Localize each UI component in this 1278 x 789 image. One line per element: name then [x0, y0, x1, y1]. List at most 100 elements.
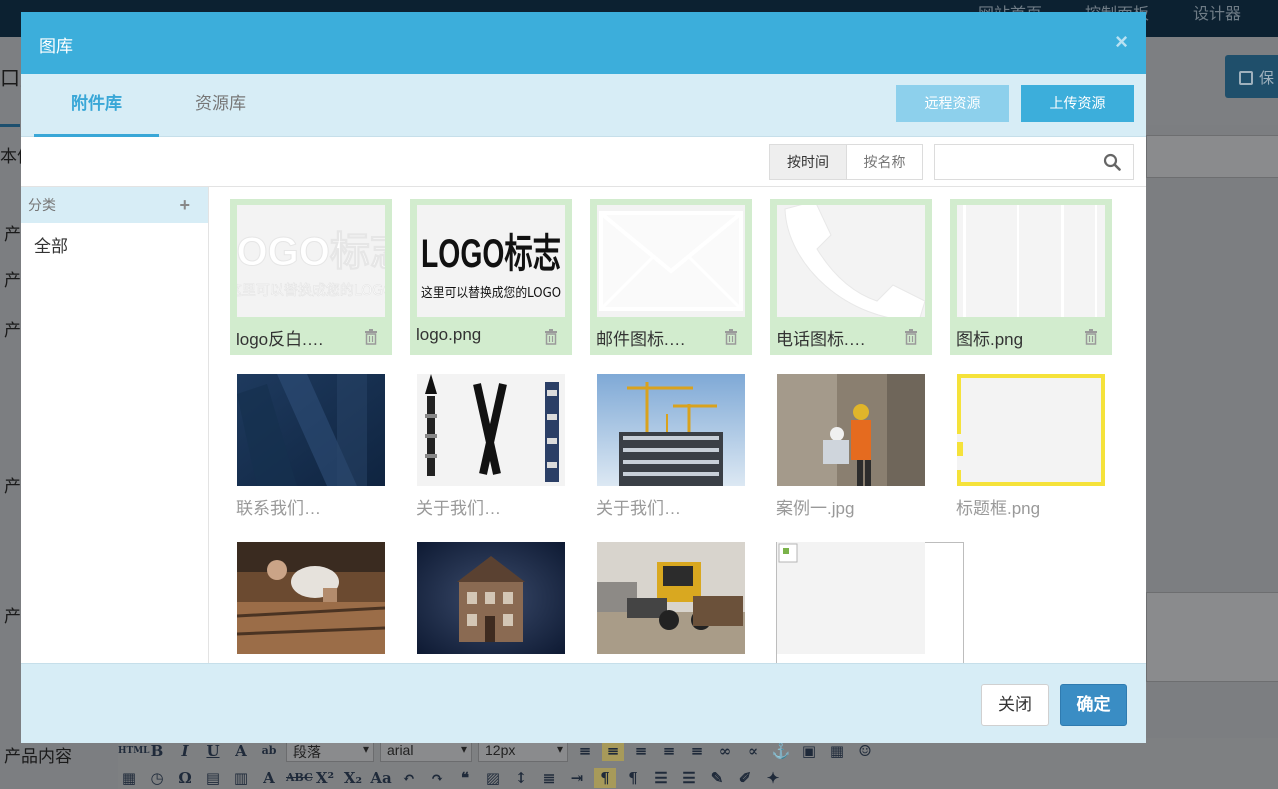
- link-icon[interactable]: ∞: [714, 741, 736, 761]
- emoji-icon[interactable]: ☺: [854, 741, 876, 761]
- tab-attachment-library[interactable]: 附件库: [34, 74, 159, 137]
- confirm-button[interactable]: 确定: [1060, 684, 1127, 726]
- trash-icon[interactable]: [904, 329, 918, 345]
- time-icon[interactable]: ◷: [146, 768, 168, 788]
- background-field-label: 产: [4, 607, 21, 626]
- image-thumbnail: [597, 205, 745, 317]
- undo-icon[interactable]: ↶: [398, 768, 420, 788]
- image-name: 邮件图标.…: [596, 330, 686, 349]
- strikethrough-icon[interactable]: ABC: [286, 768, 313, 788]
- font-select[interactable]: arial: [380, 740, 472, 762]
- ordered-list-icon[interactable]: ☰: [650, 768, 672, 788]
- image-thumbnail: LOGO标志 这里可以替换成您的LOGO: [417, 205, 565, 317]
- image-name: 图标.png: [956, 330, 1024, 349]
- image-card[interactable]: LOGO标志 这里可以替换成您的LOGO logo反白.…: [230, 199, 392, 355]
- close-icon[interactable]: ×: [1115, 29, 1128, 55]
- image-card[interactable]: [770, 536, 964, 663]
- rtl-icon[interactable]: ¶: [622, 768, 644, 788]
- tab-resource-library[interactable]: 资源库: [158, 74, 283, 137]
- unordered-list-icon[interactable]: ☰: [678, 768, 700, 788]
- svg-text:LOGO标志: LOGO标志: [237, 230, 385, 274]
- image-card[interactable]: 图标.png: [950, 199, 1112, 355]
- highlight-icon[interactable]: ab: [258, 741, 280, 761]
- sort-by-time-button[interactable]: 按时间: [770, 145, 846, 179]
- italic-icon[interactable]: I: [174, 741, 196, 761]
- table-icon[interactable]: ▦: [826, 741, 848, 761]
- add-category-icon[interactable]: +: [179, 187, 190, 223]
- align-right-icon[interactable]: ≡: [658, 741, 680, 761]
- trash-icon[interactable]: [724, 329, 738, 345]
- image-name: logo反白.…: [236, 330, 324, 349]
- image-card[interactable]: 邮件图标.…: [590, 199, 752, 355]
- trash-icon[interactable]: [364, 329, 378, 345]
- background-save-button[interactable]: 保: [1225, 55, 1278, 98]
- template-icon[interactable]: ▤: [202, 768, 224, 788]
- image-card[interactable]: 案例一.jpg: [770, 368, 932, 524]
- paragraph-spacing-icon[interactable]: ≣: [538, 768, 560, 788]
- trash-icon[interactable]: [1084, 329, 1098, 345]
- search-input[interactable]: [935, 145, 1095, 179]
- image-card[interactable]: 电话图标.…: [770, 199, 932, 355]
- paragraph-select[interactable]: 段落: [286, 740, 374, 762]
- image-card[interactable]: [410, 536, 572, 663]
- indent-icon[interactable]: ⇥: [566, 768, 588, 788]
- trash-icon[interactable]: [544, 329, 558, 345]
- image-card[interactable]: [590, 536, 752, 663]
- background-input: [1146, 592, 1278, 682]
- image-card[interactable]: 联系我们…: [230, 368, 392, 524]
- sort-toggle: 按时间 按名称: [769, 144, 923, 180]
- line-height-icon[interactable]: ↕: [510, 768, 532, 788]
- gallery-modal: 图库 × 附件库 资源库 远程资源 上传资源 按时间 按名称 分类 + 全部 O…: [21, 12, 1146, 743]
- image-thumbnail: [777, 542, 925, 654]
- image-card[interactable]: 标题框.png: [950, 368, 1112, 524]
- image-thumbnail: [777, 374, 925, 486]
- format-icon[interactable]: Aa: [370, 768, 392, 788]
- image-icon[interactable]: ▣: [798, 741, 820, 761]
- image-card[interactable]: 关于我们…: [590, 368, 752, 524]
- category-item-all[interactable]: 全部: [21, 223, 208, 271]
- image-name: 联系我们…: [236, 499, 321, 518]
- special-char-icon[interactable]: Ω: [174, 768, 196, 788]
- paste-icon[interactable]: ▨: [482, 768, 504, 788]
- image-name: 案例一.jpg: [776, 499, 855, 518]
- eraser-icon[interactable]: ✎: [706, 768, 728, 788]
- font-color-icon[interactable]: A: [230, 741, 252, 761]
- align-justify-icon[interactable]: ≡: [602, 741, 624, 761]
- date-icon[interactable]: ▦: [118, 768, 140, 788]
- sort-by-name-button[interactable]: 按名称: [846, 145, 922, 179]
- format-brush-icon[interactable]: ✐: [734, 768, 756, 788]
- font-size-select[interactable]: 12px: [478, 740, 568, 762]
- video-icon[interactable]: ▥: [230, 768, 252, 788]
- search-icon[interactable]: [1103, 153, 1121, 171]
- bold-icon[interactable]: B: [146, 741, 168, 761]
- image-thumbnail: [417, 542, 565, 654]
- underline-icon[interactable]: U: [202, 741, 224, 761]
- redo-icon[interactable]: ↷: [426, 768, 448, 788]
- filter-bar: 按时间 按名称: [21, 137, 1146, 187]
- image-thumbnail: [957, 374, 1105, 486]
- text-box-icon[interactable]: A: [258, 768, 280, 788]
- align-full-icon[interactable]: ≡: [686, 741, 708, 761]
- quote-icon[interactable]: ❝: [454, 768, 476, 788]
- background-field-label: 产: [4, 225, 21, 244]
- anchor-icon[interactable]: ⚓: [770, 741, 792, 761]
- ltr-icon[interactable]: ¶: [594, 768, 616, 788]
- superscript-icon[interactable]: X²: [314, 768, 336, 788]
- magic-icon[interactable]: ✦: [762, 768, 784, 788]
- image-card[interactable]: LOGO标志 这里可以替换成您的LOGO logo.png: [410, 199, 572, 355]
- image-card[interactable]: 关于我们…: [410, 368, 572, 524]
- remote-resource-button[interactable]: 远程资源: [896, 85, 1009, 122]
- background-input: [1146, 135, 1278, 178]
- align-center-icon[interactable]: ≡: [630, 741, 652, 761]
- align-left-icon[interactable]: ≡: [574, 741, 596, 761]
- close-button[interactable]: 关闭: [981, 684, 1049, 726]
- nav-designer-link[interactable]: 设计器: [1193, 0, 1241, 24]
- html-icon[interactable]: HTML: [118, 741, 150, 761]
- subscript-icon[interactable]: X₂: [342, 768, 364, 788]
- background-field-label: 产: [4, 321, 21, 340]
- image-card[interactable]: [230, 536, 392, 663]
- unlink-icon[interactable]: ∝: [742, 741, 764, 761]
- upload-resource-button[interactable]: 上传资源: [1021, 85, 1134, 122]
- image-thumbnail: [417, 374, 565, 486]
- save-label: 保: [1259, 70, 1275, 87]
